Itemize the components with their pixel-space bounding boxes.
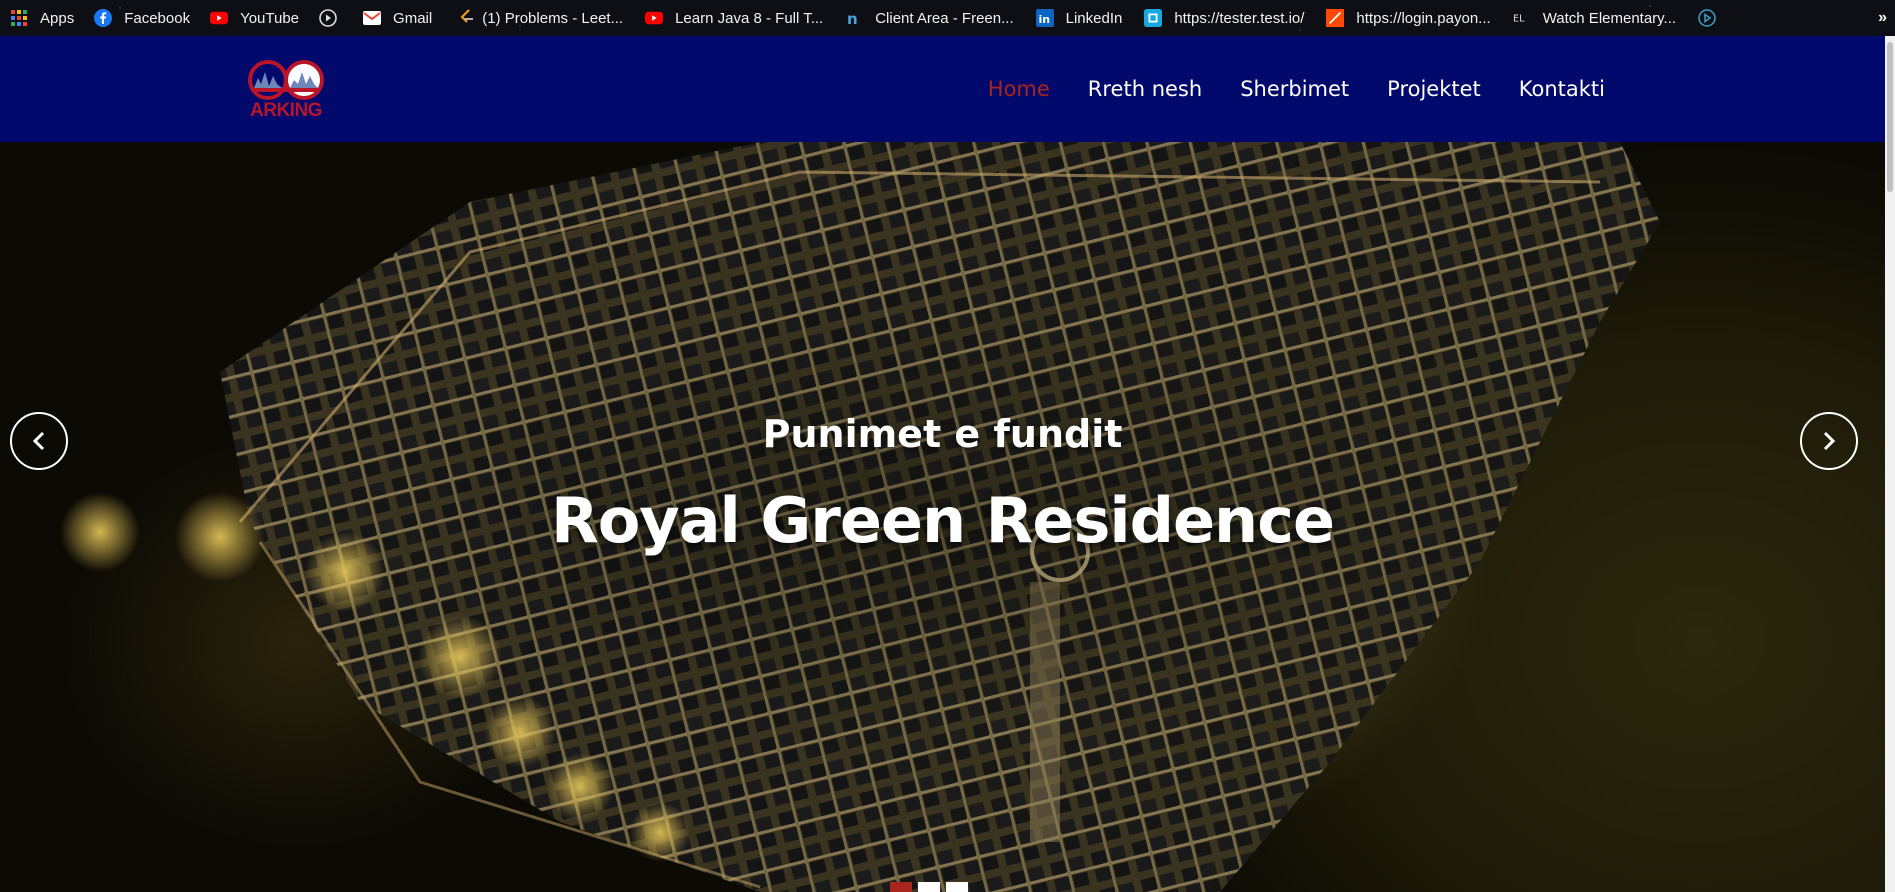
bookmark-leetcode[interactable]: (1) Problems - Leet...	[452, 0, 629, 36]
hero-subtitle: Punimet e fundit	[762, 412, 1123, 456]
bookmark-tester[interactable]: https://tester.test.io/	[1138, 0, 1310, 36]
logo-text: ARKING	[250, 100, 322, 121]
bookmark-learn-java[interactable]: Learn Java 8 - Full T...	[639, 0, 829, 36]
bookmarks-overflow-button[interactable]: »	[1878, 0, 1887, 36]
gmail-icon	[363, 9, 382, 27]
hero-title: Royal Green Residence	[550, 484, 1335, 557]
slide-indicator[interactable]	[890, 882, 912, 892]
svg-text:n: n	[847, 10, 858, 27]
bookmark-label: https://tester.test.io/	[1174, 9, 1305, 27]
bookmark-label: YouTube	[240, 9, 300, 27]
bookmark-youtube[interactable]: YouTube	[204, 0, 305, 36]
bookmark-label: Client Area - Freen...	[875, 9, 1014, 27]
hero-slider: Punimet e fundit Royal Green Residence	[0, 142, 1885, 892]
testio-icon	[1144, 9, 1163, 27]
nav-rreth-nesh[interactable]: Rreth nesh	[1088, 77, 1202, 101]
bookmark-elementary[interactable]: EL Watch Elementary...	[1507, 0, 1682, 36]
slide-indicator[interactable]	[946, 882, 968, 892]
bookmark-label: Gmail	[393, 9, 433, 27]
main-nav: Home Rreth nesh Sherbimet Projektet Kont…	[988, 36, 1605, 142]
chevron-right-icon	[1823, 431, 1836, 451]
nav-sherbimet[interactable]: Sherbimet	[1240, 77, 1349, 101]
bookmark-label: https://login.payon...	[1356, 9, 1491, 27]
linkedin-icon: in	[1035, 9, 1054, 27]
slider-prev-button[interactable]	[10, 412, 68, 470]
site-header: ARKING Home Rreth nesh Sherbimet Projekt…	[0, 36, 1885, 142]
slide-indicator[interactable]	[918, 882, 940, 892]
facebook-icon	[94, 9, 113, 27]
chevron-left-icon	[32, 431, 45, 451]
leetcode-icon	[458, 9, 476, 27]
bookmark-payoneer[interactable]: https://login.payon...	[1320, 0, 1496, 36]
bookmark-freenom[interactable]: n Client Area - Freen...	[839, 0, 1019, 36]
nav-kontakti[interactable]: Kontakti	[1519, 77, 1605, 101]
bookmark-gmail[interactable]: Gmail	[357, 0, 438, 36]
bookmarks-bar: Apps Facebook YouTube Gmail (1) Problems…	[0, 0, 1895, 36]
page-scrollbar[interactable]	[1885, 36, 1895, 892]
svg-text:EL: EL	[1513, 14, 1525, 25]
slider-next-button[interactable]	[1800, 412, 1858, 470]
youtube-icon	[210, 9, 229, 27]
play-circle-icon	[319, 9, 337, 27]
bookmark-label: Watch Elementary...	[1542, 9, 1677, 27]
bookmark-play[interactable]	[1692, 0, 1734, 36]
arking-logo[interactable]: ARKING	[246, 60, 326, 122]
el-icon: EL	[1513, 9, 1531, 27]
bookmark-facebook[interactable]: Facebook	[88, 0, 196, 36]
scrollbar-thumb[interactable]	[1887, 42, 1893, 192]
youtube-icon	[645, 9, 664, 27]
nav-home[interactable]: Home	[988, 77, 1050, 101]
payoneer-icon	[1326, 9, 1345, 27]
bookmark-label: LinkedIn	[1065, 9, 1123, 27]
svg-text:in: in	[1038, 13, 1050, 26]
apps-grid-icon	[10, 9, 28, 27]
bookmark-label: (1) Problems - Leet...	[482, 9, 624, 27]
play-outline-icon	[1698, 9, 1716, 27]
logo-mark-icon	[248, 60, 324, 100]
slider-indicators	[890, 882, 968, 892]
bookmark-player[interactable]	[313, 0, 349, 36]
freenom-icon: n	[845, 9, 864, 27]
bookmark-linkedin[interactable]: in LinkedIn	[1030, 0, 1129, 36]
bookmark-label: Facebook	[124, 9, 191, 27]
bookmark-label: Apps	[40, 9, 75, 27]
bookmark-label: Learn Java 8 - Full T...	[675, 9, 824, 27]
bookmark-apps[interactable]: Apps	[0, 0, 80, 36]
nav-projektet[interactable]: Projektet	[1387, 77, 1481, 101]
